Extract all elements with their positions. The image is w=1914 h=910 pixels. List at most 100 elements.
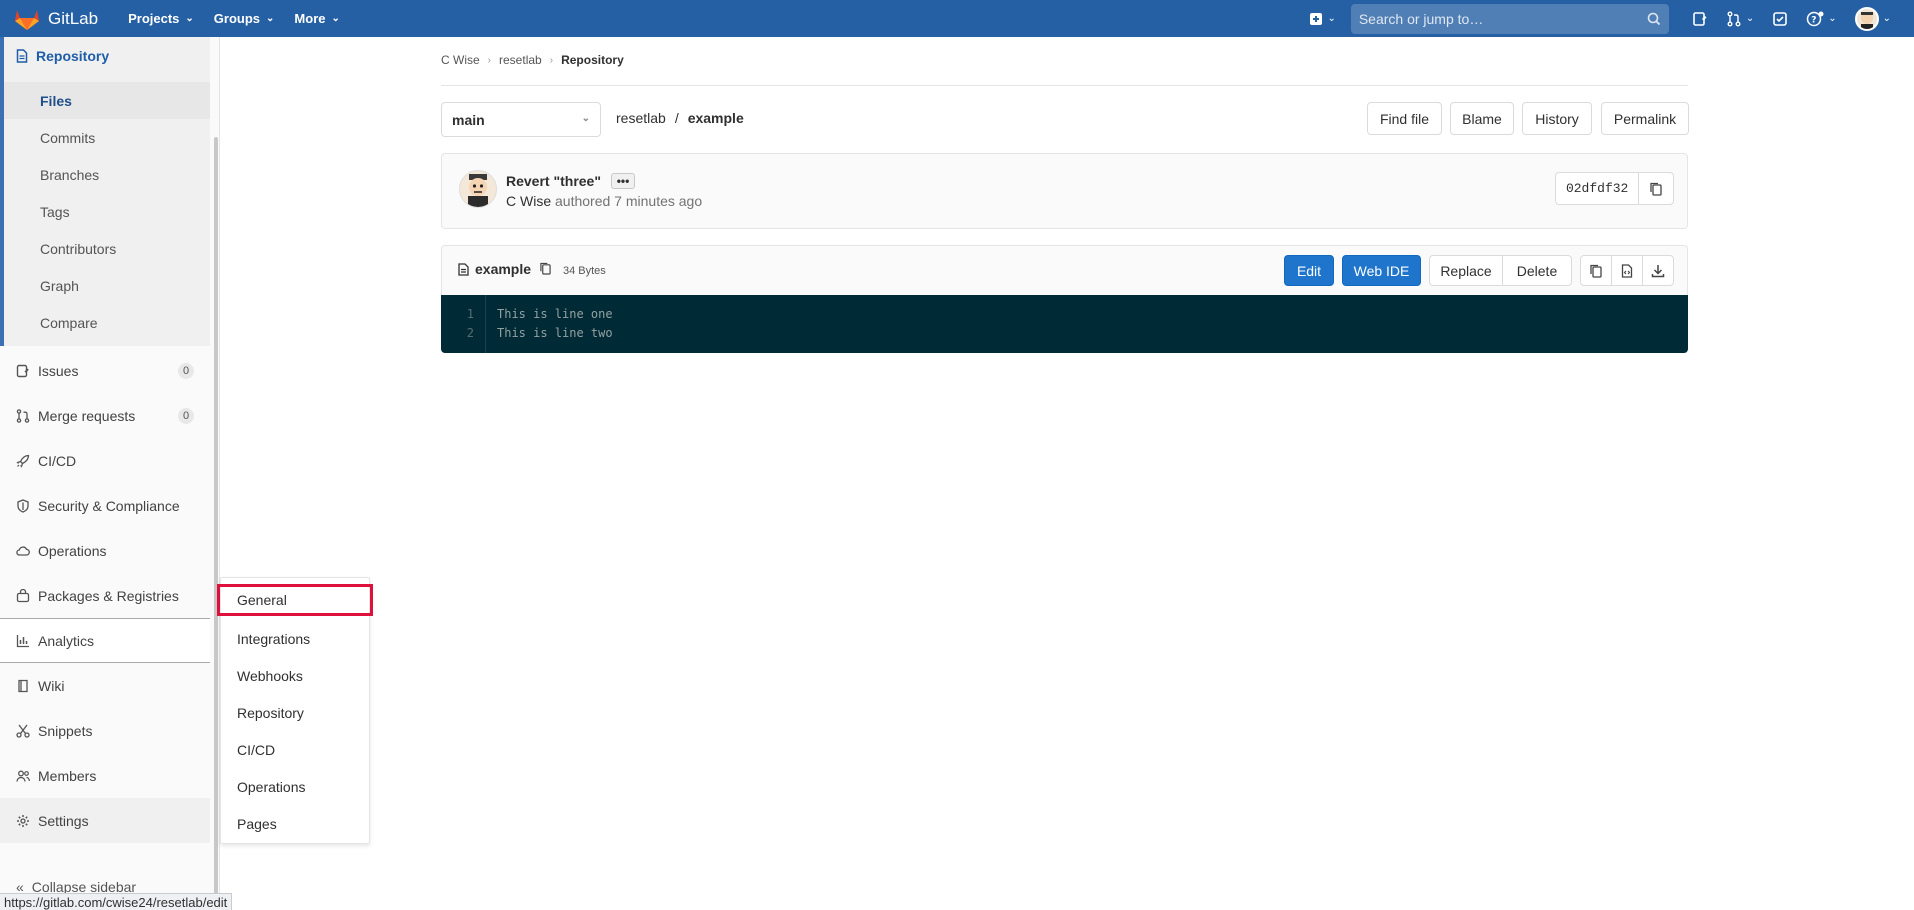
sidebar-item-files[interactable]: Files [4, 82, 210, 119]
path-project-link[interactable]: resetlab [616, 110, 666, 126]
sidebar-item-analytics[interactable]: Analytics [0, 618, 210, 663]
sidebar-item-label: Merge requests [38, 407, 136, 424]
sidebar-item-graph[interactable]: Graph [4, 267, 210, 304]
flyout-item-pages[interactable]: Pages [221, 805, 369, 842]
chevron-down-icon: ⌄ [581, 113, 590, 124]
brand-name: GitLab [48, 8, 99, 28]
cloud-icon [16, 545, 30, 556]
sidebar-item-operations[interactable]: Operations [0, 528, 210, 573]
sidebar-item-compare[interactable]: Compare [4, 304, 210, 341]
flyout-item-cicd[interactable]: CI/CD [221, 731, 369, 768]
scissors-icon [16, 724, 30, 738]
sidebar-sub-label: Contributors [40, 240, 117, 257]
file-title: example [458, 261, 531, 277]
open-raw-button[interactable] [1611, 255, 1643, 286]
code-lines: This is line one This is line two [497, 305, 613, 343]
search-input[interactable] [1358, 10, 1647, 27]
commit-sha[interactable]: 02dfdf32 [1556, 173, 1640, 204]
copy-file-path-button[interactable] [540, 262, 551, 278]
link-status-bar: https://gitlab.com/cwise24/resetlab/edit [0, 893, 233, 910]
flyout-item-operations[interactable]: Operations [221, 768, 369, 805]
copy-contents-button[interactable] [1580, 255, 1612, 286]
chevron-down-icon: ⌄ [266, 13, 275, 24]
top-navbar: GitLab Projects ⌄ Groups ⌄ More ⌄ ⌄ ⌄ ? ⌄ [0, 0, 1914, 37]
user-menu-button[interactable]: ⌄ [1846, 0, 1900, 37]
todos-nav-button[interactable] [1763, 0, 1797, 37]
sidebar-item-settings[interactable]: Settings [0, 798, 210, 843]
issues-count-badge: 0 [178, 362, 194, 379]
sidebar-item-contributors[interactable]: Contributors [4, 230, 210, 267]
more-menu[interactable]: More ⌄ [284, 11, 349, 26]
sidebar-scrollbar[interactable] [214, 137, 218, 910]
blame-button[interactable]: Blame [1450, 102, 1514, 135]
copy-icon [1590, 264, 1602, 278]
gitlab-home-link[interactable]: GitLab [14, 7, 98, 31]
sidebar-sub-label: Tags [40, 203, 70, 220]
flyout-item-label: Operations [237, 778, 306, 795]
user-avatar [1854, 6, 1879, 31]
sidebar-item-packages-registries[interactable]: Packages & Registries [0, 573, 210, 618]
flyout-item-label: Pages [237, 815, 277, 832]
sidebar-item-wiki[interactable]: Wiki [0, 663, 210, 708]
download-button[interactable] [1642, 255, 1674, 286]
breadcrumb-user[interactable]: C Wise [441, 53, 480, 67]
sidebar-sub-label: Compare [40, 314, 98, 331]
file-name: example [475, 261, 532, 277]
replace-button[interactable]: Replace [1429, 255, 1503, 286]
path-file-name: example [687, 110, 744, 126]
commit-expand-button[interactable]: ••• [611, 173, 635, 189]
copy-sha-button[interactable] [1639, 173, 1673, 204]
issues-nav-button[interactable] [1683, 0, 1717, 37]
groups-menu[interactable]: Groups ⌄ [204, 11, 285, 26]
flyout-item-label: Webhooks [237, 667, 303, 684]
flyout-item-general[interactable]: General [217, 584, 373, 616]
flyout-item-integrations[interactable]: Integrations [221, 620, 369, 657]
sidebar-item-members[interactable]: Members [0, 753, 210, 798]
breadcrumb-current[interactable]: Repository [561, 53, 624, 67]
sidebar-item-tags[interactable]: Tags [4, 193, 210, 230]
sidebar-item-label: Issues [38, 362, 79, 379]
file-size: 34 Bytes [563, 265, 606, 277]
sidebar-item-label: Settings [38, 812, 89, 829]
chevron-down-icon: ⌄ [1828, 13, 1837, 24]
flyout-item-label: General [237, 592, 287, 608]
commit-sha-group: 02dfdf32 [1555, 172, 1674, 205]
sidebar-item-issues[interactable]: Issues 0 [0, 348, 210, 393]
sidebar-item-label: Packages & Registries [38, 587, 179, 604]
web-ide-button[interactable]: Web IDE [1342, 255, 1421, 286]
sidebar-item-cicd[interactable]: CI/CD [0, 438, 210, 483]
breadcrumb-project[interactable]: resetlab [499, 53, 542, 67]
merge-requests-nav-button[interactable]: ⌄ [1717, 0, 1763, 37]
commit-title[interactable]: Revert "three" [506, 173, 601, 189]
line-number[interactable]: 2 [441, 324, 485, 343]
flyout-item-webhooks[interactable]: Webhooks [221, 657, 369, 694]
last-commit-panel: Revert "three" ••• C Wise authored 7 min… [441, 153, 1688, 229]
sidebar-item-label: Members [38, 767, 97, 784]
help-nav-button[interactable]: ? ⌄ [1797, 0, 1845, 37]
edit-button[interactable]: Edit [1284, 255, 1334, 286]
commit-author[interactable]: C Wise [506, 193, 551, 209]
sidebar-item-label: Security & Compliance [38, 497, 180, 514]
sidebar-item-security-compliance[interactable]: Security & Compliance [0, 483, 210, 528]
breadcrumb: C Wise › resetlab › Repository [441, 53, 624, 67]
users-icon [16, 770, 30, 782]
sidebar-item-merge-requests[interactable]: Merge requests 0 [0, 393, 210, 438]
branch-selector[interactable]: main ⌄ [441, 102, 601, 137]
sidebar-sub-label: Commits [40, 129, 96, 146]
sidebar-item-branches[interactable]: Branches [4, 156, 210, 193]
copy-icon [540, 262, 551, 275]
delete-button[interactable]: Delete [1502, 255, 1572, 286]
search-box[interactable] [1350, 3, 1669, 34]
flyout-item-repository[interactable]: Repository [221, 694, 369, 731]
new-menu-button[interactable]: ⌄ [1300, 0, 1344, 37]
projects-menu[interactable]: Projects ⌄ [118, 11, 204, 26]
commit-author-avatar[interactable] [459, 170, 497, 208]
sidebar-item-commits[interactable]: Commits [4, 119, 210, 156]
permalink-button[interactable]: Permalink [1601, 102, 1689, 135]
find-file-button[interactable]: Find file [1367, 102, 1442, 135]
history-button[interactable]: History [1522, 102, 1592, 135]
line-number[interactable]: 1 [441, 305, 485, 324]
sidebar-item-repository[interactable]: Repository [16, 48, 109, 64]
file-code-icon [1621, 263, 1633, 278]
sidebar-item-snippets[interactable]: Snippets [0, 708, 210, 753]
